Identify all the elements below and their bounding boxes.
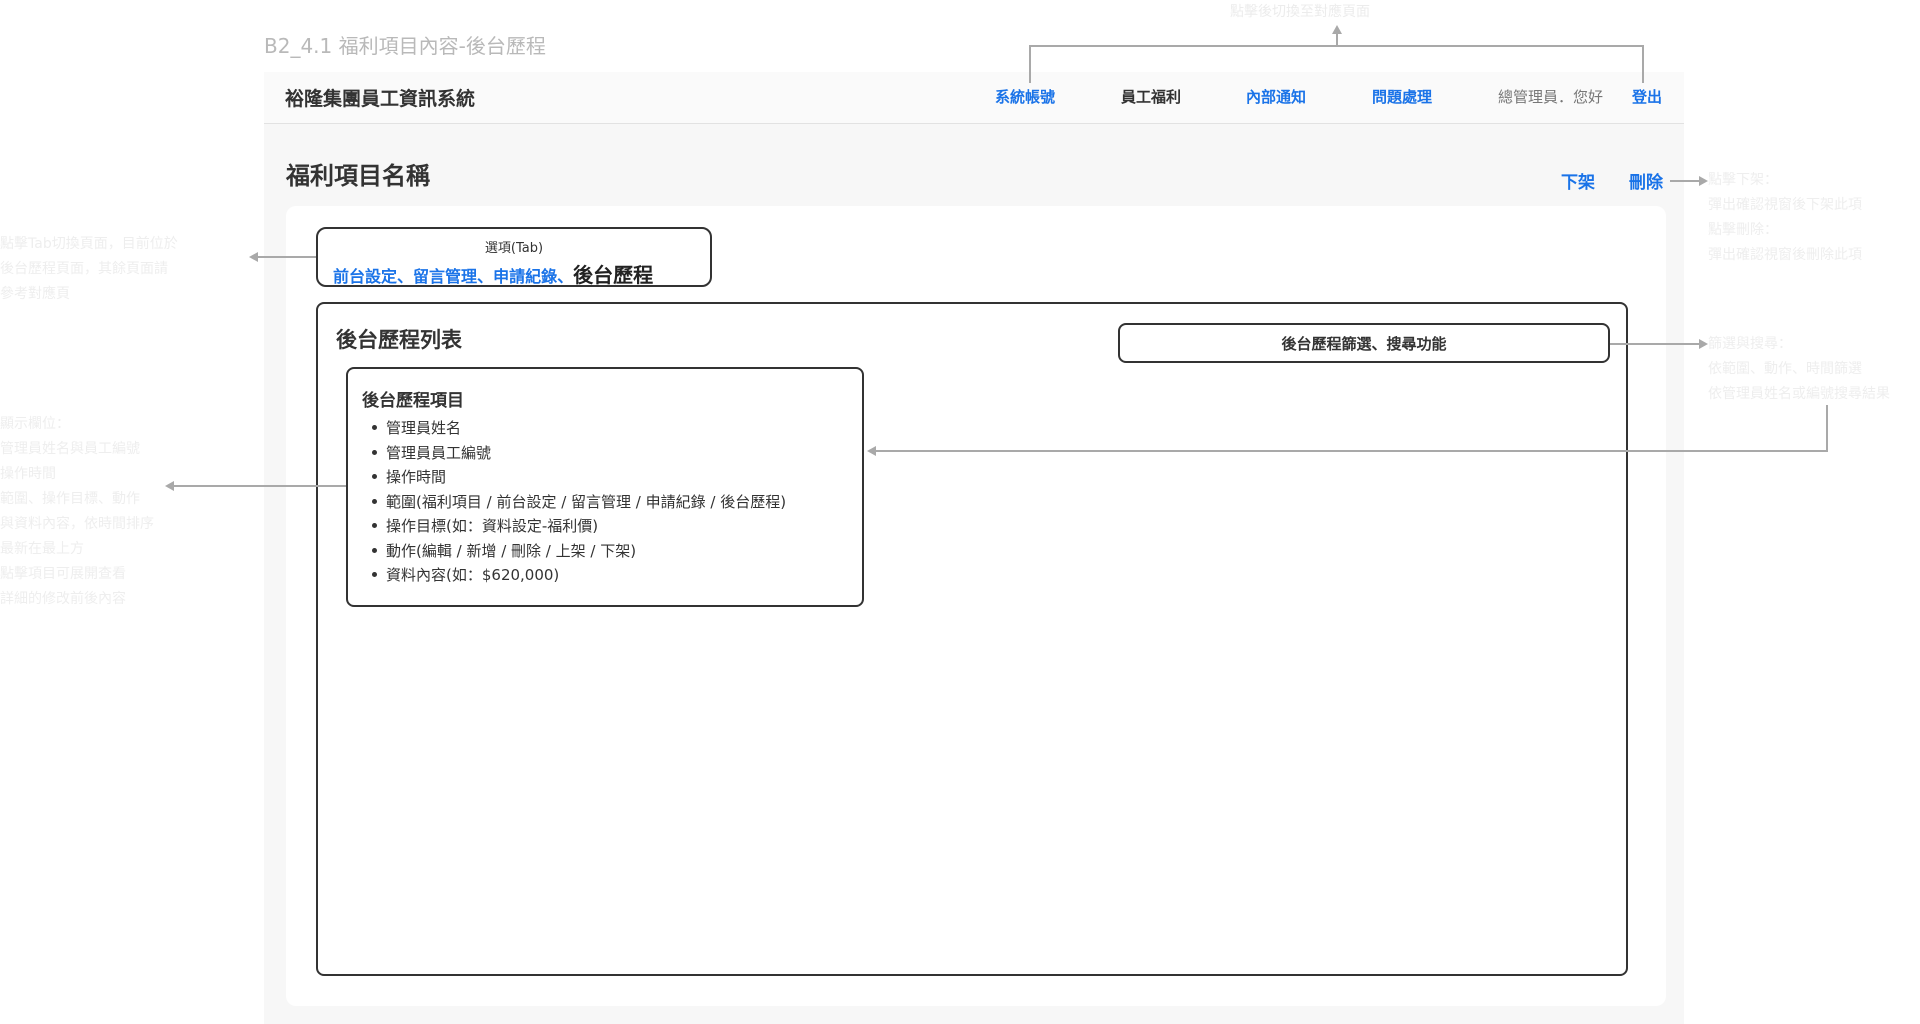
- tab-row: 前台設定、留言管理、申請紀錄、後台歷程: [333, 259, 653, 288]
- filter-to-item-drop: [1826, 405, 1828, 451]
- field-admin-employee-id: 管理員員工編號: [348, 442, 786, 467]
- actions-connector: [1670, 180, 1700, 182]
- field-operation-target: 操作目標(如：資料設定-福利價): [348, 515, 786, 540]
- history-item-title: 後台歷程項目: [362, 391, 464, 411]
- tab-separator: 、: [557, 267, 574, 286]
- filter-to-item-arrow: [867, 446, 876, 456]
- history-item-card[interactable]: 後台歷程項目 管理員姓名 管理員員工編號 操作時間 範圍(福利項目 / 前台設定…: [346, 367, 864, 607]
- history-item-fields: 管理員姓名 管理員員工編號 操作時間 範圍(福利項目 / 前台設定 / 留言管理…: [348, 417, 786, 589]
- tabs-connector: [258, 256, 316, 258]
- nav-employee-benefits[interactable]: 員工福利: [1121, 86, 1181, 107]
- nav-connector-left: [1029, 45, 1031, 83]
- field-scope: 範圍(福利項目 / 前台設定 / 留言管理 / 申請紀錄 / 後台歷程): [348, 491, 786, 516]
- tab-application-records[interactable]: 申請紀錄: [493, 267, 557, 286]
- app-title: 裕隆集團員工資訊系統: [285, 88, 476, 110]
- field-action: 動作(編輯 / 新增 / 刪除 / 上架 / 下架): [348, 540, 786, 565]
- tab-frontend-settings[interactable]: 前台設定: [333, 267, 397, 286]
- nav-system-accounts[interactable]: 系統帳號: [995, 86, 1055, 107]
- item-connector: [174, 485, 346, 487]
- nav-internal-notices[interactable]: 內部通知: [1246, 86, 1306, 107]
- item-annotation: 顯示欄位： 管理員姓名與員工編號 操作時間 範圍、操作目標、動作 與資料內容，依…: [0, 416, 154, 607]
- tab-backend-history[interactable]: 後台歷程: [573, 263, 653, 287]
- top-header: [264, 72, 1684, 124]
- item-connector-arrow: [165, 481, 174, 491]
- actions-connector-arrow: [1699, 176, 1708, 186]
- history-list-title: 後台歷程列表: [336, 328, 462, 352]
- actions-annotation: 點擊下架： 彈出確認視窗後下架此項 點擊刪除： 彈出確認視窗後刪除此項: [1708, 172, 1862, 263]
- delete-button[interactable]: 刪除: [1629, 168, 1663, 193]
- tab-separator: 、: [477, 267, 494, 286]
- nav-connector-arrow: [1332, 25, 1342, 34]
- tabs-annotation: 點擊Tab切換頁面，目前位於 後台歷程頁面，其餘頁面請 參考對應頁: [0, 236, 178, 302]
- unpublish-button[interactable]: 下架: [1561, 168, 1595, 193]
- tabs-connector-arrow: [249, 252, 258, 262]
- user-greeting: 總管理員．您好: [1498, 88, 1604, 106]
- filter-to-item-bar: [876, 450, 1828, 452]
- tab-message-management[interactable]: 留言管理: [413, 267, 477, 286]
- filter-connector-arrow: [1699, 339, 1708, 349]
- field-admin-name: 管理員姓名: [348, 417, 786, 442]
- nav-connector-right: [1642, 45, 1644, 83]
- filter-annotation: 篩選與搜尋： 依範圍、動作、時間篩選 依管理員姓名或編號搜尋結果: [1708, 336, 1890, 402]
- filter-connector: [1610, 343, 1700, 345]
- nav-annotation: 點擊後切換至對應頁面: [1230, 4, 1370, 20]
- nav-connector-stem: [1336, 33, 1338, 46]
- tab-separator: 、: [397, 267, 414, 286]
- page-label: B2_4.1 福利項目內容-後台歷程: [264, 34, 546, 58]
- page-title: 福利項目名稱: [286, 162, 430, 190]
- field-data-content: 資料內容(如：$620,000): [348, 564, 786, 589]
- field-operation-time: 操作時間: [348, 466, 786, 491]
- tab-caption: 選項(Tab): [484, 241, 544, 256]
- tab-bar: 選項(Tab) 前台設定、留言管理、申請紀錄、後台歷程: [316, 227, 712, 287]
- logout-link[interactable]: 登出: [1632, 86, 1662, 107]
- history-filter-search[interactable]: 後台歷程篩選、搜尋功能: [1118, 323, 1610, 363]
- nav-issue-handling[interactable]: 問題處理: [1372, 86, 1432, 107]
